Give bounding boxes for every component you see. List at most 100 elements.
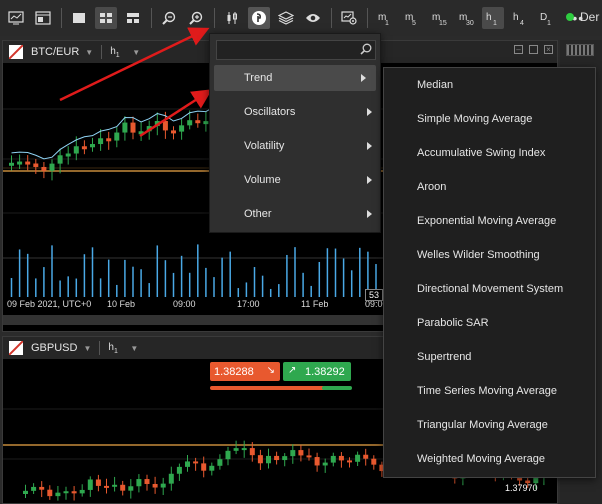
candle: [160, 483, 166, 488]
candle: [179, 125, 185, 132]
time-label: 11 Feb: [301, 299, 329, 309]
candle: [185, 461, 190, 467]
candle: [203, 121, 209, 125]
timeframe-m5[interactable]: m5: [401, 7, 423, 29]
indicator-parabolic-sar[interactable]: Parabolic SAR: [384, 306, 597, 340]
candle: [122, 122, 128, 133]
minimize-icon[interactable]: –: [514, 45, 523, 54]
symbol-flag-icon: [9, 341, 23, 355]
sell-arrow-icon: ↘: [266, 365, 275, 376]
timeframe-d1[interactable]: D1: [536, 7, 558, 29]
timeframe-dropdown-icon[interactable]: ▼: [130, 344, 138, 353]
candle: [201, 463, 207, 471]
indicator-exponential-moving-average[interactable]: Exponential Moving Average: [384, 204, 597, 238]
candle: [282, 456, 288, 461]
indicator-accumulative-swing-index[interactable]: Accumulative Swing Index: [384, 136, 597, 170]
chart-timeframe[interactable]: h1: [108, 342, 122, 355]
menu-item-volatility[interactable]: Volatility: [210, 133, 382, 159]
indicator-welles-wilder-smoothing[interactable]: Welles Wilder Smoothing: [384, 238, 597, 272]
split-layout-icon[interactable]: [122, 7, 144, 29]
toolbar-separator: [60, 8, 62, 28]
candle: [152, 483, 158, 488]
indicator-median[interactable]: Median: [384, 68, 597, 102]
symbol-dropdown-icon[interactable]: ▼: [83, 344, 91, 353]
indicator-weighted-moving-average[interactable]: Weighted Moving Average: [384, 442, 597, 476]
new-window-icon[interactable]: [5, 7, 27, 29]
timeframe-m1[interactable]: m1: [374, 7, 396, 29]
indicator-time-series-moving-average[interactable]: Time Series Moving Average: [384, 374, 597, 408]
maximize-icon[interactable]: [529, 45, 538, 54]
candle: [193, 461, 199, 464]
candle: [138, 131, 144, 135]
search-icon[interactable]: [360, 43, 372, 55]
menu-item-trend[interactable]: Trend: [214, 65, 376, 91]
candle: [209, 465, 215, 471]
zoom-in-icon[interactable]: [185, 7, 207, 29]
timeframe-h4[interactable]: h4: [509, 7, 531, 29]
toolbar-separator: [150, 8, 152, 28]
candle: [87, 479, 93, 490]
timeframe-dropdown-icon[interactable]: ▼: [132, 48, 140, 57]
single-layout-icon[interactable]: [68, 7, 90, 29]
timeframe-m15[interactable]: m 15: [428, 7, 450, 29]
candle: [90, 144, 95, 148]
candle: [171, 130, 176, 134]
candle: [314, 457, 320, 466]
buy-price-button[interactable]: ↗ 1.38292: [283, 362, 351, 381]
toolbar-separator: [366, 8, 368, 28]
close-icon[interactable]: ×: [544, 45, 553, 54]
side-panel-grip-icon[interactable]: [566, 44, 594, 56]
time-label: 09 Feb 2021, UTC+0: [7, 299, 92, 309]
price-tag: 53: [365, 289, 384, 301]
candle: [57, 155, 63, 164]
candle: [187, 120, 193, 126]
layers-icon[interactable]: [275, 7, 297, 29]
candle: [55, 492, 61, 497]
timeframe-h1[interactable]: h1: [482, 7, 504, 29]
indicator-directional-movement-system[interactable]: Directional Movement System: [384, 272, 597, 306]
horizontal-scrollbar[interactable]: [3, 315, 383, 325]
panel-controls: – ×: [508, 45, 553, 54]
indicator-supertrend[interactable]: Supertrend: [384, 340, 597, 374]
candle: [106, 138, 112, 142]
candle: [162, 121, 168, 131]
account-status[interactable]: Der: [566, 10, 599, 24]
candle: [17, 161, 23, 165]
candle: [81, 146, 87, 150]
indicator-triangular-moving-average[interactable]: Triangular Moving Average: [384, 408, 597, 442]
indicator-simple-moving-average[interactable]: Simple Moving Average: [384, 102, 597, 136]
indicator-aroon[interactable]: Aroon: [384, 170, 597, 204]
chart-timeframe[interactable]: h1: [110, 46, 124, 59]
main-toolbar: m1 m5 m 15 m 30 h1 h4 D1 ••• Der: [0, 0, 602, 36]
menu-item-oscillators[interactable]: Oscillators: [210, 99, 382, 125]
timeframe-m30[interactable]: m 30: [455, 7, 477, 29]
submenu-arrow-icon: [367, 108, 372, 116]
symbol-name[interactable]: GBPUSD: [31, 342, 77, 354]
candle: [241, 448, 247, 451]
candle: [322, 462, 328, 466]
header-separator: [99, 341, 101, 355]
candle: [330, 455, 336, 463]
zoom-out-icon[interactable]: [158, 7, 180, 29]
candle: [47, 489, 53, 497]
sell-price-button[interactable]: 1.38288 ↘: [210, 362, 280, 381]
candle: [306, 455, 312, 458]
candle: [63, 491, 69, 494]
header-separator: [101, 45, 103, 59]
eye-icon[interactable]: [302, 7, 324, 29]
symbol-name[interactable]: BTC/EUR: [31, 46, 79, 58]
menu-item-other[interactable]: Other: [210, 201, 382, 227]
symbol-dropdown-icon[interactable]: ▼: [85, 48, 93, 57]
candle: [128, 486, 134, 491]
indicators-icon[interactable]: [248, 7, 270, 29]
indicator-search-input[interactable]: [216, 40, 376, 60]
toolbar-separator: [213, 8, 215, 28]
layout-window-icon[interactable]: [32, 7, 54, 29]
grid-layout-icon[interactable]: [95, 7, 117, 29]
menu-item-volume[interactable]: Volume: [210, 167, 382, 193]
chart-settings-icon[interactable]: [338, 7, 360, 29]
candle: [266, 455, 271, 464]
candle: [104, 485, 109, 488]
candle: [257, 455, 263, 464]
candlestick-chart-icon[interactable]: [221, 7, 243, 29]
